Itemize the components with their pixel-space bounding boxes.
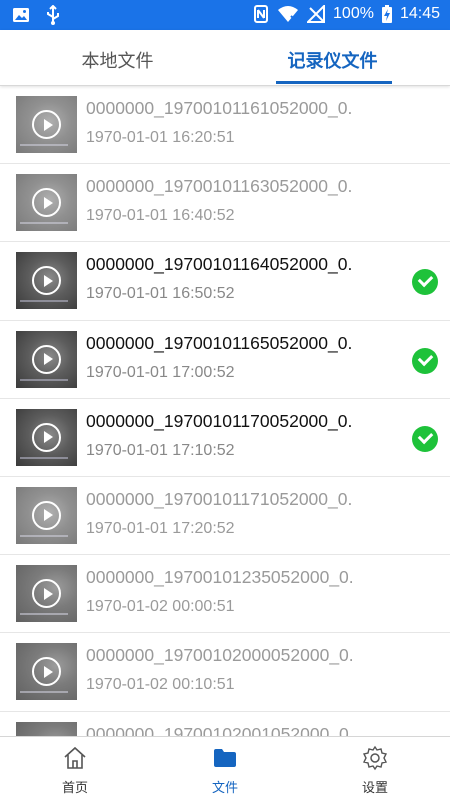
video-thumbnail [16, 252, 77, 310]
list-item[interactable]: 0000000_19700102000052000_0. 1970-01-02 … [0, 633, 450, 712]
file-name: 0000000_19700102000052000_0. [86, 645, 354, 666]
tab-local-files[interactable]: 本地文件 [5, 30, 230, 86]
file-name: 0000000_19700101165052000_0. [86, 332, 353, 353]
nav-home-label: 首页 [61, 781, 88, 796]
signal-off-icon [307, 5, 326, 23]
battery-charging-icon [381, 5, 392, 23]
battery-level: 100% [333, 5, 374, 22]
list-item[interactable]: 0000000_19700101235052000_0. 1970-01-02 … [0, 555, 450, 634]
play-icon [32, 344, 61, 374]
tab-bar: 本地文件 记录仪文件 [0, 30, 450, 86]
file-date: 1970-01-01 17:00:52 [86, 363, 235, 381]
play-icon [32, 266, 61, 296]
list-item[interactable]: 0000000_19700101165052000_0. 1970-01-01 … [0, 321, 450, 399]
nav-files-label: 文件 [211, 781, 238, 796]
play-icon [32, 422, 61, 452]
list-item[interactable]: 0000000_19700101164052000_0. 1970-01-01 … [0, 242, 450, 321]
file-name: 0000000_19700101235052000_0. [86, 567, 354, 588]
file-date: 1970-01-02 00:00:51 [86, 598, 235, 616]
file-name: 0000000_19700101164052000_0. [86, 254, 353, 275]
image-icon [12, 7, 30, 23]
file-date: 1970-01-01 16:40:52 [86, 207, 235, 225]
file-date: 1970-01-01 17:20:52 [86, 519, 235, 537]
file-date: 1970-01-01 16:20:51 [86, 129, 235, 146]
checkmark-icon[interactable] [412, 269, 438, 296]
wifi-icon [277, 5, 299, 23]
nav-settings-label: 设置 [361, 781, 388, 796]
video-thumbnail [16, 174, 77, 232]
file-date: 1970-01-01 17:10:52 [86, 441, 235, 459]
list-item[interactable]: 0000000_19700101163052000_0. 1970-01-01 … [0, 164, 450, 243]
video-thumbnail [16, 643, 77, 701]
list-item[interactable]: 0000000_19700102001052000_0. [0, 712, 450, 737]
file-date: 1970-01-02 00:10:51 [86, 676, 235, 694]
nav-files[interactable]: 文件 [150, 737, 300, 801]
file-name: 0000000_19700101163052000_0. [86, 176, 353, 197]
file-name: 0000000_19700101171052000_0. [86, 488, 353, 509]
list-item[interactable]: 0000000_19700101171052000_0. 1970-01-01 … [0, 477, 450, 556]
checkmark-icon[interactable] [412, 347, 438, 374]
file-name: 0000000_19700101161052000_0. [86, 98, 353, 118]
video-thumbnail [16, 486, 77, 544]
file-list[interactable]: 0000000_19700101161052000_0. 1970-01-01 … [0, 86, 450, 736]
video-thumbnail [16, 565, 77, 623]
video-thumbnail [16, 721, 77, 736]
usb-icon [46, 5, 60, 25]
tab-local-files-label: 本地文件 [81, 51, 154, 72]
list-item[interactable]: 0000000_19700101170052000_0. 1970-01-01 … [0, 399, 450, 477]
video-thumbnail [16, 96, 77, 153]
video-thumbnail [16, 408, 77, 466]
tab-recorder-files[interactable]: 记录仪文件 [220, 30, 445, 86]
video-thumbnail [16, 330, 77, 388]
clock: 14:45 [399, 5, 440, 22]
nav-home[interactable]: 首页 [0, 737, 150, 801]
file-name: 0000000_19700102001052000_0. [86, 723, 354, 737]
checkmark-icon[interactable] [412, 425, 438, 452]
status-bar: 100% 14:45 [0, 0, 450, 30]
file-date: 1970-01-01 16:50:52 [86, 285, 235, 303]
nfc-icon [253, 4, 269, 24]
tab-recorder-files-label: 记录仪文件 [287, 51, 378, 72]
tab-active-indicator [276, 81, 392, 84]
file-name: 0000000_19700101170052000_0. [86, 410, 353, 431]
list-item[interactable]: 0000000_19700101161052000_0. 1970-01-01 … [0, 86, 450, 165]
bottom-nav: 首页 文件 设置 [0, 736, 450, 800]
nav-settings[interactable]: 设置 [300, 737, 450, 801]
